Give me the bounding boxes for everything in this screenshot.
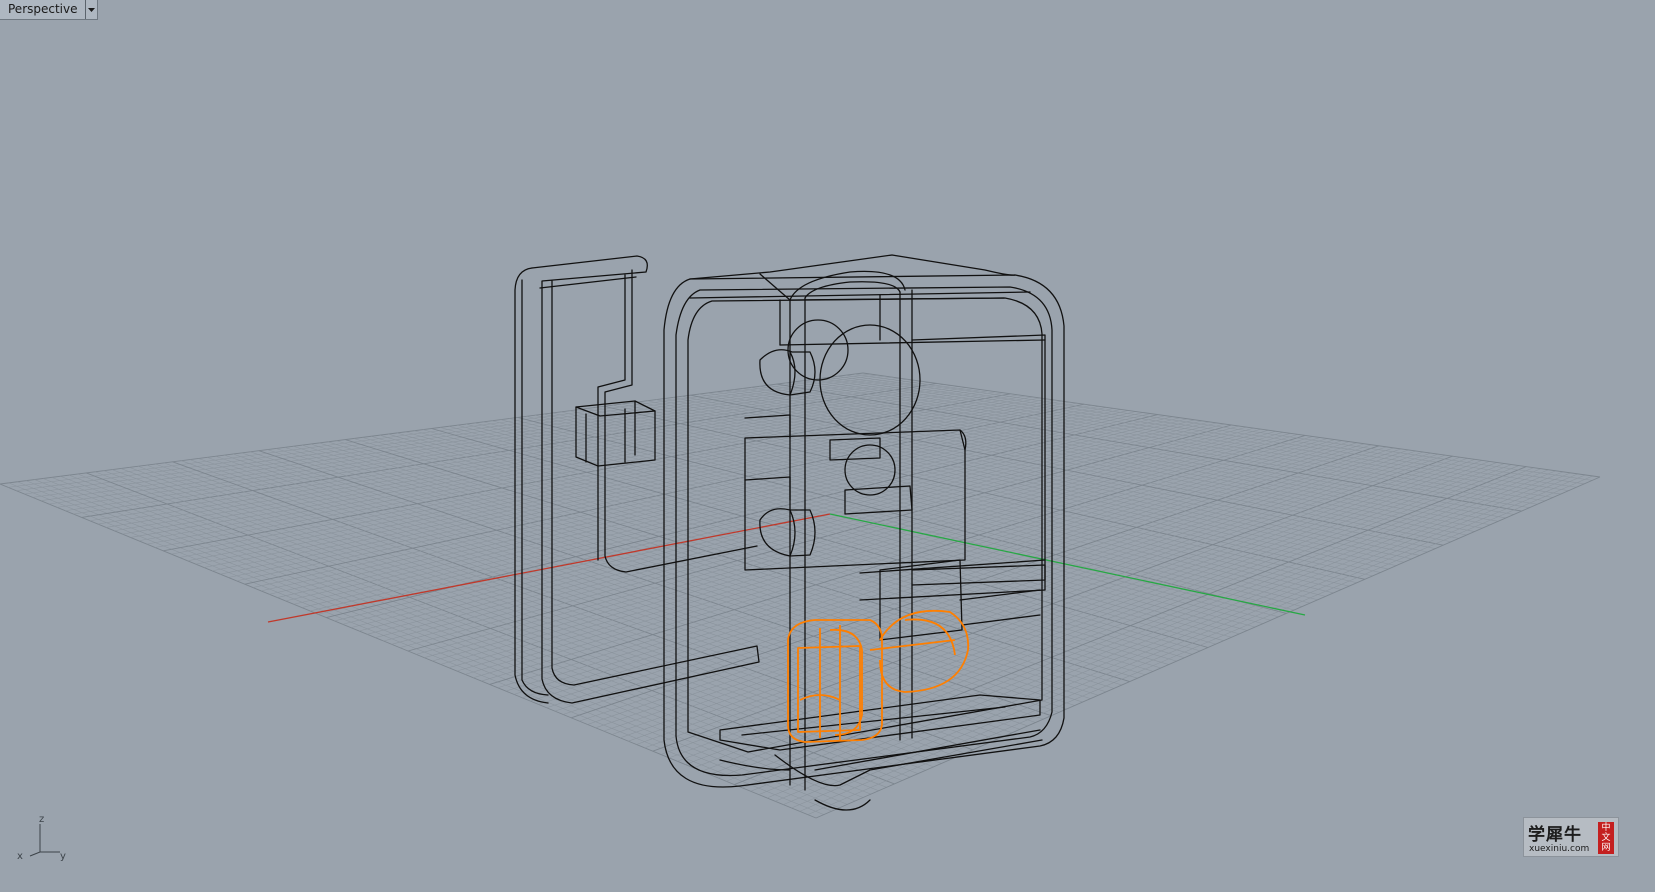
grid-line (750, 468, 1542, 792)
perspective-viewport[interactable]: z y x Perspective 学犀牛 xuexiniu.com 中 文 网 (0, 0, 1655, 892)
wireframe-edge (744, 476, 791, 501)
wireframe-edge (787, 319, 849, 381)
triangle-down-icon[interactable] (84, 0, 97, 19)
grid-line (709, 463, 1505, 775)
wireframe-edge (819, 324, 921, 436)
watermark-badge-char: 文 (1601, 833, 1611, 843)
viewport-title-tab[interactable]: Perspective (0, 0, 98, 20)
axis-widget: z y x (17, 814, 66, 862)
wireframe-edge (759, 349, 816, 396)
construction-grid (0, 372, 1601, 819)
watermark-subtitle: xuexiniu.com (1529, 844, 1590, 854)
wireframe-edge (741, 706, 1006, 736)
axis-widget-y-label: y (60, 851, 66, 862)
axis-widget-x (29, 851, 41, 857)
watermark-title: 学犀牛 (1528, 825, 1582, 845)
watermark-logo: 学犀牛 xuexiniu.com 中 文 网 (1523, 817, 1619, 857)
axis-widget-x-label: x (17, 851, 23, 862)
axis-widget-z-label: z (39, 814, 44, 825)
grid-line (734, 466, 1527, 786)
wireframe-edge (687, 297, 1043, 753)
watermark-badge: 中 文 网 (1598, 822, 1614, 854)
wireframe-edge (689, 291, 1031, 299)
viewport-scene[interactable]: z y x (0, 0, 1655, 892)
grid-line (828, 377, 1569, 491)
wireframe-edge (779, 294, 881, 346)
wireframe-edge (719, 759, 791, 771)
grid-line (776, 383, 1522, 512)
grid-line (837, 376, 1577, 488)
wireframe-model[interactable] (514, 254, 1065, 811)
viewport-title[interactable]: Perspective (0, 0, 85, 19)
selected-edge (797, 645, 861, 733)
wireframe-edge (539, 276, 637, 289)
watermark-badge-char: 网 (1601, 843, 1611, 853)
watermark-badge-char: 中 (1601, 823, 1611, 833)
grid-line (758, 469, 1549, 795)
